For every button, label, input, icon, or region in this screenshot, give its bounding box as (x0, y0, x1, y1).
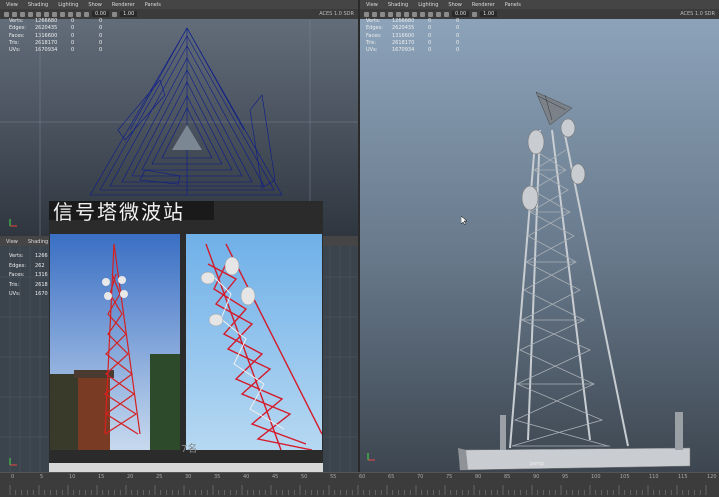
axis-gizmo-icon (9, 219, 17, 227)
timeline-tick-label: 55 (330, 474, 337, 480)
overlay-caption-small: 7名 (181, 444, 198, 455)
timeline-tick-label: 30 (185, 474, 192, 480)
timeline-tick-label: 75 (446, 474, 453, 480)
timeline-tick-label: 100 (591, 474, 601, 480)
timeline-tick-label: 10 (69, 474, 76, 480)
heads-up-display-bl: Verts: 1266 Edges: 262 Faces: 1316 Tris: 261… (9, 253, 48, 297)
timeline-tick-label: 70 (417, 474, 424, 480)
tower-model-persp (458, 91, 691, 471)
menu-view-bl[interactable]: View (6, 239, 18, 245)
timeline-tick-label: 15 (98, 474, 105, 480)
overlay-title: 信号塔微波站 (49, 200, 214, 224)
time-slider-labels: 0 5 10 15 20 25 30 35 40 45 50 55 60 65 70 75 80 85 90 95 10… (0, 474, 719, 484)
timeline-tick-label: 85 (504, 474, 511, 480)
axis-gizmo-icon-bl (9, 458, 17, 466)
mouse-cursor-icon (461, 216, 468, 226)
timeline-tick-label: 115 (678, 474, 688, 480)
timeline-tick-label: 40 (243, 474, 250, 480)
menu-shading-bl[interactable]: Shading (28, 239, 48, 245)
timeline-tick-label: 110 (649, 474, 659, 480)
reference-photo-tower-1 (50, 234, 180, 450)
reference-photo-tower-2 (186, 234, 322, 450)
timeline-tick-label: 25 (156, 474, 163, 480)
timeline-tick-label: 5 (40, 474, 44, 480)
timeline-tick-label: 105 (620, 474, 630, 480)
timeline-tick-label: 120 (707, 474, 717, 480)
timeline-tick-label: 60 (359, 474, 366, 480)
timeline-tick-label: 50 (301, 474, 308, 480)
time-slider[interactable]: 0 5 10 15 20 25 30 35 40 45 50 55 60 65 70 75 80 85 90 95 10… (0, 472, 719, 497)
timeline-tick-label: 20 (127, 474, 134, 480)
timeline-tick-label: 90 (533, 474, 540, 480)
timeline-tick-label: 0 (11, 474, 15, 480)
timeline-tick-label: 35 (214, 474, 221, 480)
timeline-tick-label: 45 (272, 474, 279, 480)
overlay-strip (49, 463, 323, 472)
timeline-tick-label: 65 (388, 474, 395, 480)
reference-image-overlay: 信号塔微波站 7名 (49, 200, 323, 472)
axis-gizmo-icon-persp (367, 453, 375, 461)
camera-name-label: persp (530, 461, 545, 467)
viewport-divider[interactable] (358, 0, 360, 472)
viewport-persp[interactable]: View Shading Lighting Show Renderer Pane… (360, 0, 719, 472)
timeline-tick-label: 95 (562, 474, 569, 480)
timeline-tick-label: 80 (475, 474, 482, 480)
